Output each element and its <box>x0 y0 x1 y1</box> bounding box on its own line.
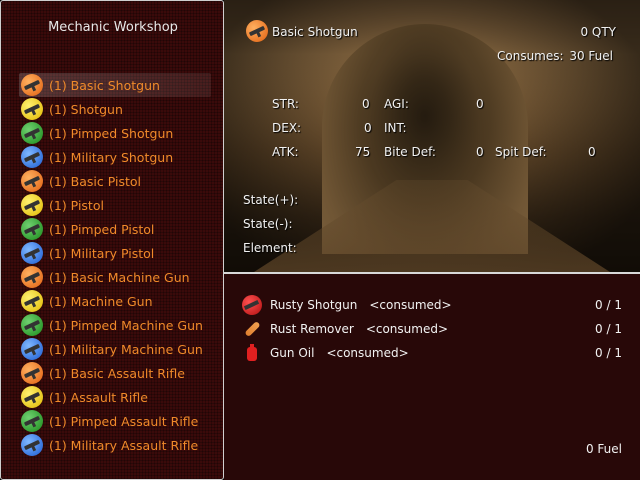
tunnel-floor <box>254 180 610 272</box>
recipe-item-pimped-pistol[interactable]: (1) Pimped Pistol <box>19 217 211 241</box>
agi-value: 0 <box>476 97 484 111</box>
dex-value: 0 <box>364 121 372 135</box>
ingredient-name: Rusty Shotgun <box>270 298 358 312</box>
agi-label: AGI: <box>384 97 409 111</box>
pistol-icon <box>21 218 43 240</box>
assault-rifle-icon <box>21 434 43 456</box>
recipe-item-pimped-shotgun[interactable]: (1) Pimped Shotgun <box>19 121 211 145</box>
spit-def-value: 0 <box>588 145 596 159</box>
machine-gun-icon <box>21 338 43 360</box>
str-label: STR: <box>272 97 299 111</box>
dex-label: DEX: <box>272 121 302 135</box>
shotgun-icon <box>21 146 43 168</box>
recipe-label: (1) Machine Gun <box>49 293 153 309</box>
recipe-item-basic-machine-gun[interactable]: (1) Basic Machine Gun <box>19 265 211 289</box>
item-name: Basic Shotgun <box>272 25 358 39</box>
ingredient-tag: <consumed> <box>365 322 449 336</box>
quantity: 0 QTY <box>580 25 616 39</box>
recipe-label: (1) Shotgun <box>49 101 123 117</box>
shotgun-icon <box>21 98 43 120</box>
machine-gun-icon <box>21 290 43 312</box>
ingredients-panel: Rusty Shotgun <consumed> 0 / 1 Rust Remo… <box>224 272 640 480</box>
consumes-value: 30 Fuel <box>569 49 613 63</box>
machine-gun-icon <box>21 314 43 336</box>
ingredient-count: 0 / 1 <box>595 346 622 360</box>
ingredient-tag: <consumed> <box>369 298 452 312</box>
int-label: INT: <box>384 121 407 135</box>
recipe-label: (1) Military Pistol <box>49 245 155 261</box>
recipe-label: (1) Basic Assault Rifle <box>49 365 185 381</box>
recipe-label: (1) Assault Rifle <box>49 389 148 405</box>
recipe-label: (1) Basic Pistol <box>49 173 142 189</box>
assault-rifle-icon <box>21 410 43 432</box>
recipe-label: (1) Pimped Pistol <box>49 221 155 237</box>
recipe-label: (1) Pimped Assault Rifle <box>49 413 199 429</box>
fuel-total: 0 Fuel <box>585 442 622 456</box>
gun-oil-icon <box>242 343 262 363</box>
bite-def-value: 0 <box>476 145 484 159</box>
recipe-item-basic-pistol[interactable]: (1) Basic Pistol <box>19 169 211 193</box>
recipe-item-pimped-assault-rifle[interactable]: (1) Pimped Assault Rifle <box>19 409 211 433</box>
str-value: 0 <box>362 97 370 111</box>
ingredient-row: Gun Oil <consumed> 0 / 1 <box>242 342 622 364</box>
recipe-label: (1) Pimped Shotgun <box>49 125 174 141</box>
pistol-icon <box>21 194 43 216</box>
ingredient-row: Rusty Shotgun <consumed> 0 / 1 <box>242 294 622 316</box>
pistol-icon <box>21 170 43 192</box>
recipe-list: (1) Basic Shotgun (1) Shotgun (1) Pimped… <box>19 73 211 457</box>
ingredient-count: 0 / 1 <box>595 298 622 312</box>
consumes-label: Consumes: <box>497 49 564 63</box>
recipe-list-panel: Mechanic Workshop (1) Basic Shotgun (1) … <box>0 0 224 480</box>
recipe-item-pimped-machine-gun[interactable]: (1) Pimped Machine Gun <box>19 313 211 337</box>
element-label: Element: <box>243 241 297 255</box>
recipe-item-basic-shotgun[interactable]: (1) Basic Shotgun <box>19 73 211 97</box>
panel-title: Mechanic Workshop <box>48 20 178 35</box>
recipe-item-military-machine-gun[interactable]: (1) Military Machine Gun <box>19 337 211 361</box>
spit-def-label: Spit Def: <box>495 145 547 159</box>
pistol-icon <box>21 242 43 264</box>
state-minus-label: State(-): <box>243 217 293 231</box>
state-plus-label: State(+): <box>243 193 299 207</box>
recipe-item-assault-rifle[interactable]: (1) Assault Rifle <box>19 385 211 409</box>
ingredient-name: Gun Oil <box>270 346 315 360</box>
machine-gun-icon <box>21 266 43 288</box>
rust-remover-icon <box>242 319 262 339</box>
ingredient-name: Rust Remover <box>270 322 354 336</box>
ingredient-row: Rust Remover <consumed> 0 / 1 <box>242 318 622 340</box>
recipe-item-military-shotgun[interactable]: (1) Military Shotgun <box>19 145 211 169</box>
shotgun-icon <box>21 74 43 96</box>
recipe-item-military-assault-rifle[interactable]: (1) Military Assault Rifle <box>19 433 211 457</box>
assault-rifle-icon <box>21 362 43 384</box>
bite-def-label: Bite Def: <box>384 145 436 159</box>
recipe-label: (1) Military Assault Rifle <box>49 437 199 453</box>
recipe-label: (1) Basic Shotgun <box>49 77 160 93</box>
rusty-shotgun-icon <box>242 295 262 315</box>
atk-value: 75 <box>355 145 371 159</box>
ingredient-count: 0 / 1 <box>595 322 622 336</box>
assault-rifle-icon <box>21 386 43 408</box>
shotgun-icon <box>246 20 268 42</box>
recipe-item-shotgun[interactable]: (1) Shotgun <box>19 97 211 121</box>
recipe-label: (1) Pistol <box>49 197 104 213</box>
recipe-item-pistol[interactable]: (1) Pistol <box>19 193 211 217</box>
recipe-label: (1) Pimped Machine Gun <box>49 317 203 333</box>
ingredient-tag: <consumed> <box>326 346 409 360</box>
shotgun-icon <box>21 122 43 144</box>
atk-label: ATK: <box>272 145 299 159</box>
recipe-item-machine-gun[interactable]: (1) Machine Gun <box>19 289 211 313</box>
recipe-label: (1) Military Shotgun <box>49 149 174 165</box>
recipe-label: (1) Basic Machine Gun <box>49 269 190 285</box>
item-info-panel: Basic Shotgun 0 QTY Consumes: 30 Fuel ST… <box>224 0 640 272</box>
recipe-item-military-pistol[interactable]: (1) Military Pistol <box>19 241 211 265</box>
recipe-item-basic-assault-rifle[interactable]: (1) Basic Assault Rifle <box>19 361 211 385</box>
recipe-label: (1) Military Machine Gun <box>49 341 203 357</box>
